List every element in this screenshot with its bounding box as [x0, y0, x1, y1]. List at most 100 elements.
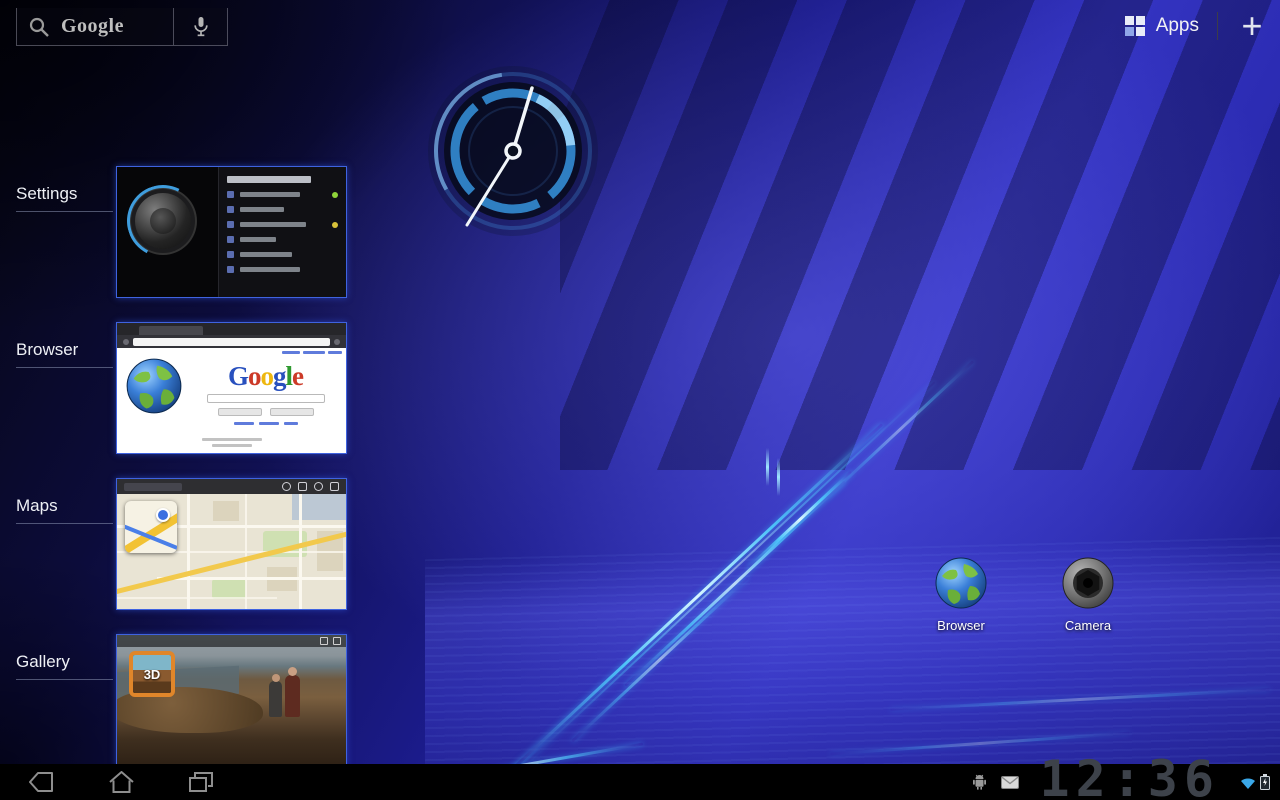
usb-debugging-icon[interactable] [972, 774, 987, 790]
shortcut-browser[interactable]: Browser [926, 556, 996, 633]
wallpaper-streak [766, 448, 769, 486]
button-bar [218, 408, 262, 416]
link-bar [259, 422, 279, 425]
status-right-icons[interactable] [1240, 774, 1270, 790]
logo-letter: o [261, 361, 274, 391]
settings-list-row [227, 221, 338, 228]
settings-list-row [227, 266, 338, 273]
plus-icon: + [1241, 11, 1262, 41]
battery-charging-icon [1260, 774, 1270, 790]
settings-row-icon [227, 221, 234, 228]
google-page-logo: Google [189, 361, 342, 391]
recents-button[interactable] [178, 767, 224, 797]
home-screen: Google Apps + [0, 0, 1280, 800]
globe-icon [934, 556, 988, 610]
shortcut-label: Browser [937, 618, 985, 633]
recent-item-label: Maps [16, 496, 113, 524]
logo-letter: e [292, 361, 303, 391]
browser-nav-icon [123, 339, 129, 345]
page-footer [117, 438, 346, 447]
home-button[interactable] [98, 767, 144, 797]
map-road [117, 597, 277, 599]
photo-person [285, 675, 300, 717]
back-button[interactable] [18, 767, 64, 797]
search-icon [27, 15, 51, 39]
map-park [212, 579, 246, 599]
map-road [187, 494, 190, 610]
map-road [157, 577, 347, 580]
maps-action-bar [117, 479, 346, 494]
email-icon[interactable] [1001, 776, 1019, 789]
browser-address-bar [117, 335, 346, 348]
settings-row-icon [227, 251, 234, 258]
back-icon [28, 770, 54, 794]
status-area[interactable]: 12:36 [972, 764, 1272, 800]
settings-row-icon [227, 191, 234, 198]
recents-icon [188, 770, 214, 794]
topbar-actions: Apps + [1124, 8, 1268, 44]
recent-item-settings[interactable]: Settings [16, 166, 349, 300]
settings-row-icon [227, 266, 234, 273]
settings-list-row [227, 191, 338, 198]
status-dot [332, 192, 338, 198]
recent-item-label: Settings [16, 184, 113, 212]
apps-button[interactable]: Apps [1124, 15, 1199, 37]
map-road [245, 494, 247, 610]
add-widget-button[interactable]: + [1236, 10, 1268, 42]
settings-list-row [227, 236, 338, 243]
wallpaper-streak [525, 381, 936, 764]
recent-item-browser[interactable]: Browser [16, 322, 349, 456]
recent-thumbnail-settings[interactable] [116, 166, 347, 298]
settings-row-text-bar [240, 222, 306, 227]
text-bar [212, 444, 252, 447]
wallpaper-light-beams [560, 0, 1280, 470]
link-bar [234, 422, 254, 425]
settings-row-icon [227, 236, 234, 243]
logo-letter: g [273, 361, 286, 391]
settings-volume-panel [117, 167, 218, 297]
gallery-app-icon: 3D [129, 651, 175, 697]
settings-row-text-bar [240, 207, 284, 212]
maps-search-bar [124, 483, 182, 491]
recent-thumbnail-gallery[interactable]: 3D [116, 634, 347, 766]
search-field-bar [207, 394, 325, 403]
logo-letter: o [248, 361, 261, 391]
wallpaper-streak [826, 360, 974, 499]
system-bar: 12:36 [0, 764, 1280, 800]
wallpaper-streak [624, 480, 845, 687]
wallpaper-streak [748, 471, 852, 569]
gallery-share-icon [320, 637, 328, 645]
shortcut-camera[interactable]: Camera [1053, 556, 1123, 633]
link-bar [284, 422, 298, 425]
recent-item-label: Gallery [16, 652, 113, 680]
button-bar [270, 408, 314, 416]
wallpaper-streak [512, 423, 883, 770]
recent-item-gallery[interactable]: Gallery 3D [16, 634, 349, 768]
photo-person [269, 681, 282, 717]
recent-item-maps[interactable]: Maps [16, 478, 349, 612]
settings-row-text-bar [240, 252, 292, 257]
logo-letter: G [228, 361, 248, 391]
settings-row-icon [227, 206, 234, 213]
recent-thumbnail-browser[interactable]: Google [116, 322, 347, 454]
wallpaper-streak [777, 458, 780, 496]
clock-widget[interactable] [424, 62, 602, 240]
browser-menu-icon [334, 339, 340, 345]
recent-thumbnail-maps[interactable] [116, 478, 347, 610]
status-clock[interactable]: 12:36 [1039, 761, 1220, 797]
google-homepage-content: Google [189, 353, 342, 425]
search-input[interactable]: Google [16, 8, 174, 46]
maps-compass-icon [314, 482, 323, 491]
wallpaper-streak [890, 688, 1270, 711]
google-logo: Google [61, 15, 124, 38]
settings-row-text-bar [240, 237, 276, 242]
google-search-widget[interactable]: Google [16, 8, 228, 46]
maps-app-icon [125, 501, 177, 553]
maps-layers-icon [298, 482, 307, 491]
voice-search-button[interactable] [174, 8, 228, 46]
recent-item-label: Browser [16, 340, 113, 368]
settings-list-row [227, 206, 338, 213]
maps-menu-icon [330, 482, 339, 491]
microphone-icon [191, 14, 211, 40]
settings-row-text-bar [240, 267, 300, 272]
